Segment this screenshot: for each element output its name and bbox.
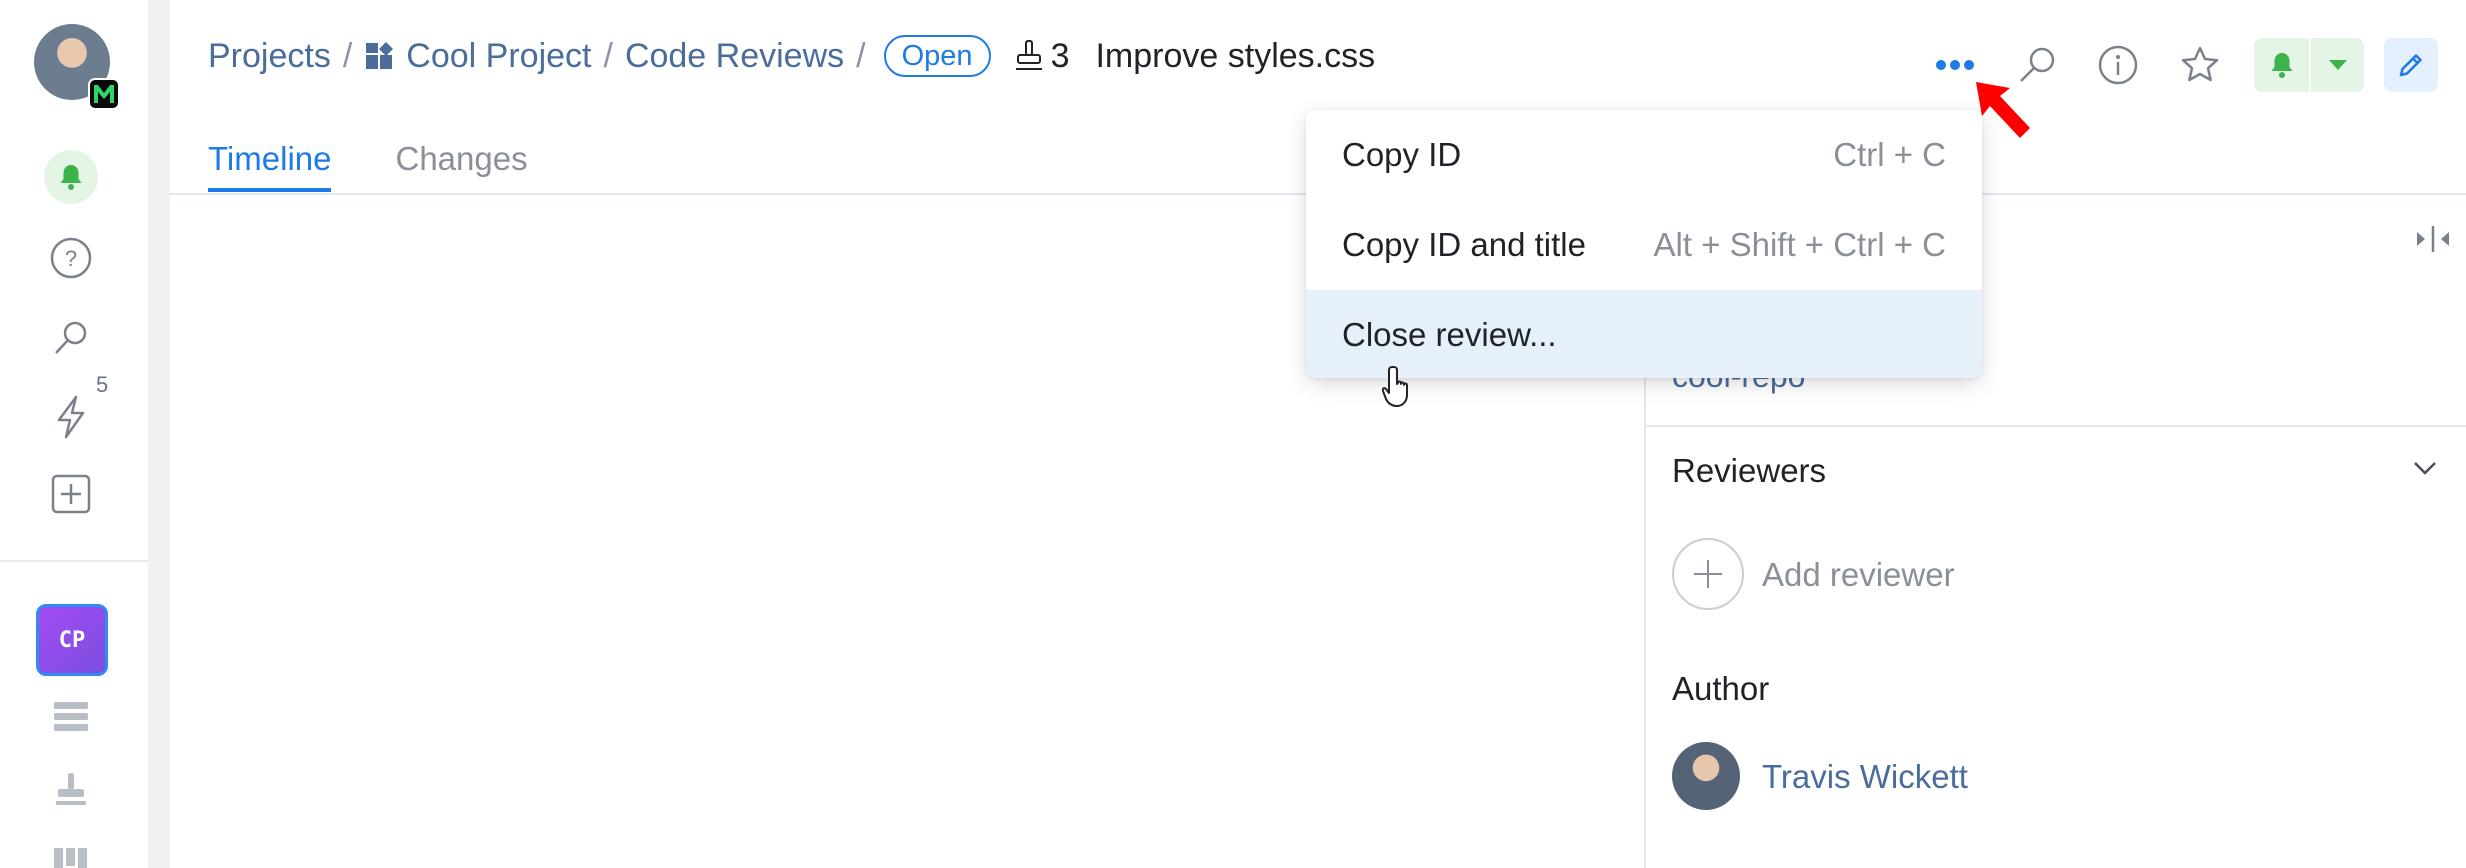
breadcrumb-separator: / bbox=[603, 36, 613, 75]
breadcrumb-code-reviews[interactable]: Code Reviews bbox=[625, 37, 844, 76]
menu-item-label: Close review... bbox=[1342, 316, 1557, 353]
collapse-panel-icon[interactable] bbox=[2414, 224, 2452, 254]
list-icon[interactable] bbox=[44, 690, 98, 744]
tab-timeline[interactable]: Timeline bbox=[208, 140, 332, 192]
stamp-icon[interactable] bbox=[44, 762, 98, 816]
hand-cursor-icon bbox=[1382, 366, 1408, 407]
tab-bar: Timeline Changes bbox=[208, 140, 528, 192]
chevron-down-icon[interactable] bbox=[2309, 38, 2364, 92]
reviewers-heading: Reviewers bbox=[1672, 452, 1827, 489]
board-icon[interactable] bbox=[44, 834, 98, 868]
chevron-down-icon[interactable] bbox=[2412, 460, 2438, 476]
stamp-icon bbox=[1015, 40, 1042, 70]
info-icon[interactable] bbox=[2093, 40, 2143, 90]
search-icon[interactable] bbox=[44, 311, 98, 365]
breadcrumb-separator: / bbox=[856, 36, 866, 75]
more-options-menu: Copy ID Ctrl + C Copy ID and title Alt +… bbox=[1306, 110, 1982, 378]
lightning-icon[interactable] bbox=[44, 390, 98, 444]
menu-item-label: Copy ID bbox=[1342, 136, 1462, 173]
lightning-count: 5 bbox=[96, 372, 109, 397]
rail-gutter bbox=[148, 0, 170, 868]
star-icon[interactable] bbox=[2175, 40, 2225, 90]
breadcrumb-projects[interactable]: Projects bbox=[208, 37, 331, 76]
bell-icon[interactable] bbox=[2254, 38, 2309, 92]
review-title: Improve styles.css bbox=[1095, 36, 1376, 75]
svg-text:?: ? bbox=[65, 246, 77, 271]
project-icon bbox=[364, 41, 394, 71]
add-icon[interactable] bbox=[44, 467, 98, 521]
author-heading: Author bbox=[1672, 670, 1770, 707]
notification-settings-group bbox=[2254, 38, 2364, 92]
author-name-link[interactable]: Travis Wickett bbox=[1762, 758, 1968, 796]
rail-divider bbox=[0, 560, 148, 562]
add-reviewer-button[interactable] bbox=[1672, 538, 1744, 610]
panel-divider bbox=[1646, 425, 2466, 427]
review-number: 3 bbox=[1013, 36, 1070, 76]
author-avatar[interactable] bbox=[1672, 742, 1740, 810]
plus-icon bbox=[1694, 560, 1722, 588]
breadcrumb: Projects / Cool Project / Code Reviews /… bbox=[208, 30, 1375, 82]
breadcrumb-separator: / bbox=[342, 36, 353, 75]
add-reviewer-label[interactable]: Add reviewer bbox=[1762, 556, 1955, 594]
menu-item-shortcut: Ctrl + C bbox=[1833, 136, 1946, 173]
page: ? 5 CP Projects / Cool Project / Code Re… bbox=[0, 0, 2466, 868]
project-tile[interactable]: CP bbox=[36, 604, 108, 676]
menu-item-shortcut: Alt + Shift + Ctrl + C bbox=[1653, 226, 1946, 263]
menu-item-copy-id[interactable]: Copy ID Ctrl + C bbox=[1306, 110, 1982, 200]
annotation-arrow-icon bbox=[1976, 82, 2030, 138]
left-rail: ? 5 CP bbox=[0, 0, 148, 868]
review-number-value: 3 bbox=[1050, 36, 1070, 75]
menu-item-copy-id-and-title[interactable]: Copy ID and title Alt + Shift + Ctrl + C bbox=[1306, 200, 1982, 290]
breadcrumb-project[interactable]: Cool Project bbox=[406, 37, 591, 76]
edit-pencil-icon[interactable] bbox=[2384, 38, 2438, 92]
tab-changes[interactable]: Changes bbox=[395, 140, 527, 192]
more-options-icon[interactable] bbox=[1930, 40, 1980, 90]
app-badge-icon bbox=[88, 78, 120, 110]
help-icon[interactable]: ? bbox=[44, 231, 98, 285]
menu-item-label: Copy ID and title bbox=[1342, 226, 1586, 263]
notifications-bell-icon[interactable] bbox=[44, 150, 98, 204]
status-badge: Open bbox=[883, 35, 991, 77]
